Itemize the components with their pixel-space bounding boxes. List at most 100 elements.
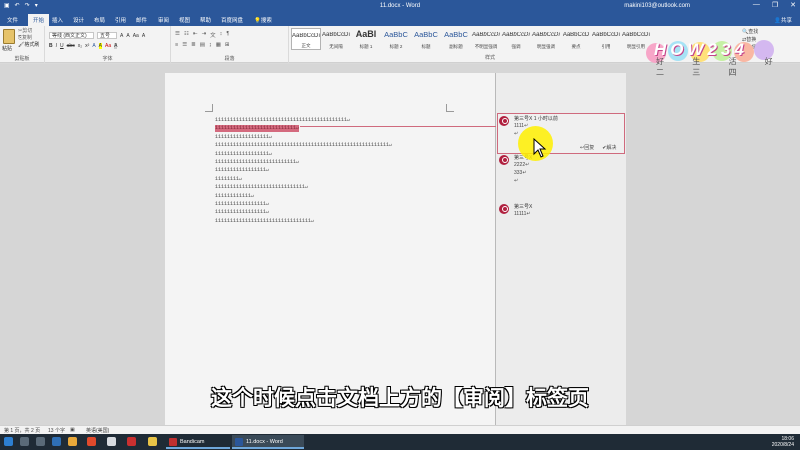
cut-button[interactable]: ✂剪切 xyxy=(18,28,39,35)
document-line[interactable]: 111111111111111111↵ xyxy=(215,134,272,141)
align-left-button[interactable]: ≡ xyxy=(175,42,178,48)
document-line[interactable]: 1111111111111111111111111111111111111111… xyxy=(215,117,350,124)
account-email[interactable]: makini103@outlook.com xyxy=(624,3,690,9)
shrink-font-button[interactable]: A xyxy=(126,33,129,39)
style-item[interactable]: AaBbCcDı 引用 xyxy=(591,28,621,50)
app-icon[interactable] xyxy=(107,437,116,446)
borders-button[interactable]: ⊞ xyxy=(225,42,230,48)
style-item[interactable]: AaBbCcDı 强调 xyxy=(501,28,531,50)
word-count[interactable]: 13 个字 xyxy=(48,427,65,434)
system-clock[interactable]: 18:06 2020/8/24 xyxy=(772,436,794,448)
chinese-layout-button[interactable]: 文 xyxy=(210,31,216,39)
document-line[interactable]: 1111111111111111111111111111111111111111… xyxy=(215,142,392,149)
style-item[interactable]: AaBbCcD 要点 xyxy=(561,28,591,50)
underline-button[interactable]: U xyxy=(60,43,64,49)
font-color-button[interactable]: Aa xyxy=(105,43,111,49)
superscript-button[interactable]: x² xyxy=(85,43,89,49)
tab-design[interactable]: 设计 xyxy=(73,16,84,24)
tab-layout[interactable]: 布局 xyxy=(94,16,105,24)
commented-text-line[interactable]: 111111111111111111111111111↵ xyxy=(215,125,300,133)
find-button[interactable]: 🔍查找 xyxy=(742,28,758,36)
decrease-indent-button[interactable]: ⇤ xyxy=(193,31,198,39)
line-spacing-button[interactable]: ↨ xyxy=(209,42,212,48)
comment-text[interactable]: ↵ xyxy=(514,178,518,184)
app-icon[interactable] xyxy=(52,437,61,446)
search-icon[interactable] xyxy=(20,437,29,446)
shading-button[interactable]: ▦ xyxy=(216,42,221,48)
strikethrough-button[interactable]: abc xyxy=(67,43,75,49)
comment-text[interactable]: 2222↵ xyxy=(514,162,529,168)
document-line[interactable]: 11111111111111111↵ xyxy=(215,201,269,208)
style-item[interactable]: AaBbCcDı 明显强调 xyxy=(531,28,561,50)
app-icon[interactable] xyxy=(87,437,96,446)
task-view-icon[interactable] xyxy=(36,437,45,446)
font-size-select[interactable]: 五号 xyxy=(97,32,117,39)
align-center-button[interactable]: ☰ xyxy=(182,42,187,48)
start-button-icon[interactable] xyxy=(4,437,13,446)
document-line[interactable]: 11111111111111111↵ xyxy=(215,167,269,174)
minimize-button[interactable]: — xyxy=(753,1,760,9)
proofing-icon[interactable]: ▣ xyxy=(70,427,75,433)
paste-label[interactable]: 粘贴 xyxy=(2,45,12,52)
tab-home[interactable]: 开始 xyxy=(28,14,50,26)
tab-help[interactable]: 帮助 xyxy=(200,16,211,24)
tab-references[interactable]: 引用 xyxy=(115,16,126,24)
bold-button[interactable]: B xyxy=(49,43,53,49)
paste-icon[interactable] xyxy=(3,29,15,44)
comment-text[interactable]: 333↵ xyxy=(514,170,527,176)
tab-file[interactable]: 文件 xyxy=(7,16,18,24)
page-count[interactable]: 第 1 页，共 2 页 xyxy=(4,427,40,434)
taskbar-app-bandicam[interactable]: Bandicam xyxy=(166,435,230,449)
copy-button[interactable]: ⎘复制 xyxy=(18,35,39,42)
app-icon[interactable] xyxy=(127,437,136,446)
bullets-button[interactable]: ☰ xyxy=(175,31,180,39)
reply-button[interactable]: ↩回复 xyxy=(580,144,594,151)
taskbar-app-word[interactable]: 11.docx - Word xyxy=(232,435,304,449)
text-effects-button[interactable]: A xyxy=(92,43,95,49)
style-item[interactable]: AaBbCcDı 无间隔 xyxy=(321,28,351,50)
style-item[interactable]: AaBbC 标题 xyxy=(411,28,441,50)
italic-button[interactable]: I xyxy=(56,43,57,49)
char-shading-button[interactable]: A xyxy=(114,43,118,49)
document-line[interactable]: 111111111111111111111111111111↵ xyxy=(215,184,308,191)
subscript-button[interactable]: x₂ xyxy=(78,43,82,49)
tab-search[interactable]: 💡搜索 xyxy=(254,16,272,24)
comment-text[interactable]: 11111↵ xyxy=(514,211,531,217)
share-button[interactable]: 👤共享 xyxy=(774,16,792,24)
language[interactable]: 英语(美国) xyxy=(86,427,109,434)
clear-format-button[interactable]: A xyxy=(142,33,145,39)
style-item[interactable]: AaBl 标题 1 xyxy=(351,28,381,50)
maximize-button[interactable]: ❐ xyxy=(772,1,778,9)
change-case-button[interactable]: Aa xyxy=(133,33,139,39)
align-right-button[interactable]: ≣ xyxy=(191,42,196,48)
style-item[interactable]: AaBbCcDı 正文 xyxy=(291,28,321,50)
sort-button[interactable]: ↕ xyxy=(220,31,223,39)
show-marks-button[interactable]: ¶ xyxy=(226,31,229,39)
document-line[interactable]: 11111111111111111111111111111111↵ xyxy=(215,218,314,225)
close-button[interactable]: ✕ xyxy=(790,1,796,9)
justify-button[interactable]: ▤ xyxy=(200,42,205,48)
document-line[interactable]: 11111111111111111↵ xyxy=(215,209,269,216)
style-item[interactable]: AaBbC 副标题 xyxy=(441,28,471,50)
increase-indent-button[interactable]: ⇥ xyxy=(201,31,206,39)
tab-review[interactable]: 审阅 xyxy=(158,16,169,24)
style-item[interactable]: AaBbC 标题 2 xyxy=(381,28,411,50)
document-line[interactable]: 111111111111↵ xyxy=(215,193,254,200)
grow-font-button[interactable]: A xyxy=(120,33,123,39)
comment-text[interactable]: ↵ xyxy=(514,131,518,137)
font-name-select[interactable]: 等线 (西文正文) xyxy=(49,32,94,39)
tab-baidu-netdisk[interactable]: 百度网盘 xyxy=(221,16,243,24)
format-painter-button[interactable]: 🖌格式刷 xyxy=(18,42,39,49)
tab-view[interactable]: 视图 xyxy=(179,16,190,24)
document-line[interactable]: 11111111↵ xyxy=(215,176,242,183)
highlight-button[interactable]: A xyxy=(98,43,103,49)
chrome-icon[interactable] xyxy=(148,437,157,446)
style-item[interactable]: AaBbCcDı 不明显强调 xyxy=(471,28,501,50)
numbering-button[interactable]: ☷ xyxy=(184,31,189,39)
tab-mailings[interactable]: 邮件 xyxy=(136,16,147,24)
resolve-button[interactable]: ✔解决 xyxy=(602,144,616,151)
document-line[interactable]: 111111111111111111↵ xyxy=(215,151,272,158)
tab-insert[interactable]: 插入 xyxy=(52,16,63,24)
document-line[interactable]: 111111111111111111111111111↵ xyxy=(215,159,299,166)
file-explorer-icon[interactable] xyxy=(68,437,77,446)
